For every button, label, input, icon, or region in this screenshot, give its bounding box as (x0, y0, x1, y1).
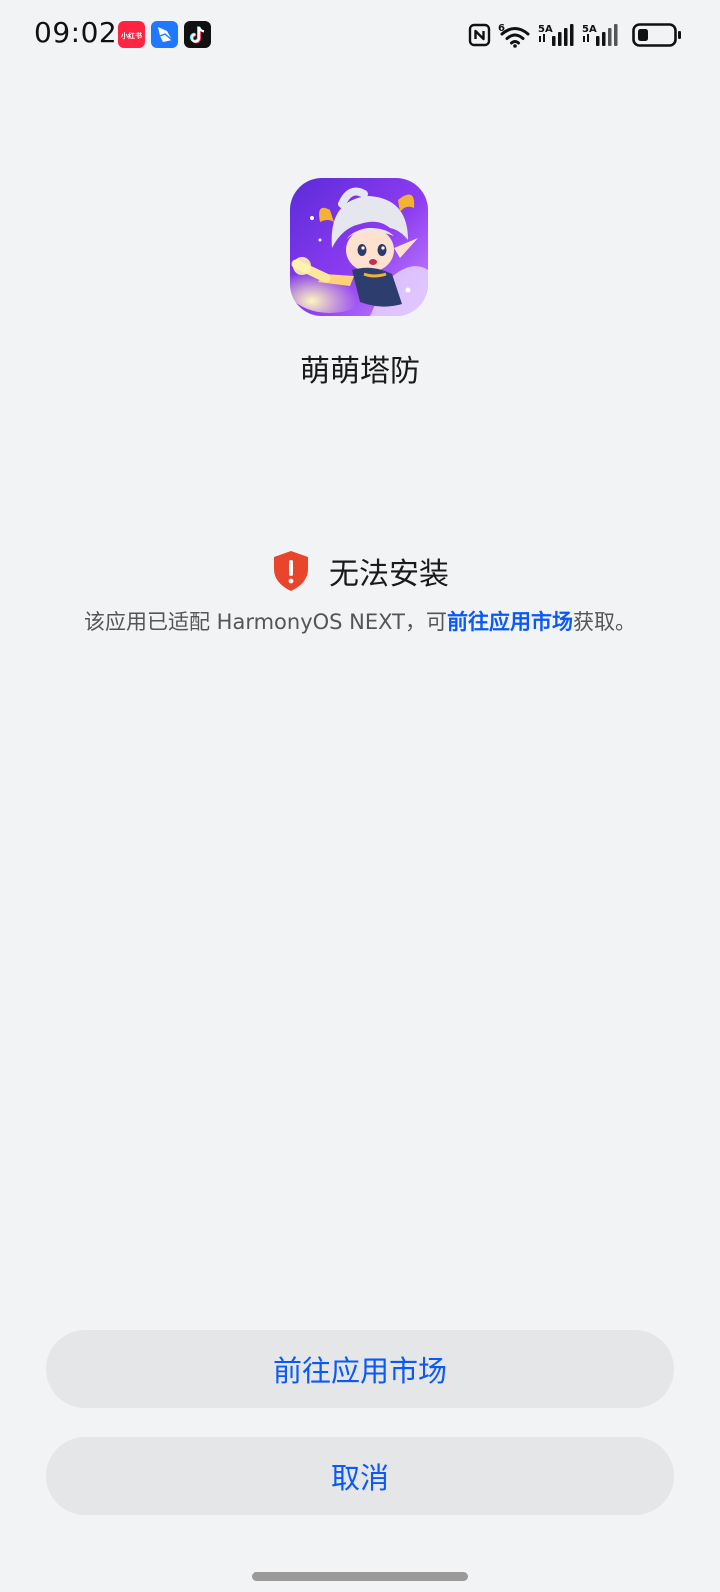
cancel-button[interactable]: 取消 (46, 1437, 674, 1515)
svg-text:5A: 5A (538, 24, 553, 35)
signal-sim1-icon: 5A (538, 22, 574, 48)
signal-sim2-icon: 5A (582, 22, 618, 48)
app-icon (290, 178, 428, 316)
go-to-app-market-button[interactable]: 前往应用市场 (46, 1330, 674, 1408)
battery-icon (632, 22, 682, 48)
nfc-icon (468, 22, 492, 48)
wifi-icon: 6 (498, 22, 532, 48)
shield-alert-icon (271, 549, 311, 593)
xiaohongshu-app-icon: 小红书 (118, 21, 145, 48)
warning-header: 无法安装 (0, 548, 720, 594)
go-to-app-market-link[interactable]: 前往应用市场 (447, 610, 573, 634)
status-bar: 09:02 小红书 6 5A 5A (0, 0, 720, 72)
svg-text:5A: 5A (582, 24, 597, 35)
warning-desc-suffix: 获取。 (573, 610, 636, 634)
tiktok-app-icon (184, 21, 211, 48)
app-name: 萌萌塔防 (300, 354, 420, 389)
warning-title: 无法安装 (329, 557, 449, 592)
status-time: 09:02 (34, 16, 118, 49)
home-indicator[interactable] (252, 1572, 468, 1581)
svg-text:小红书: 小红书 (120, 31, 142, 40)
game-character-icon (290, 178, 428, 316)
warning-description: 该应用已适配 HarmonyOS NEXT，可前往应用市场获取。 (0, 606, 720, 636)
warning-desc-prefix: 该应用已适配 HarmonyOS NEXT，可 (84, 610, 447, 634)
feishu-app-icon (151, 21, 178, 48)
